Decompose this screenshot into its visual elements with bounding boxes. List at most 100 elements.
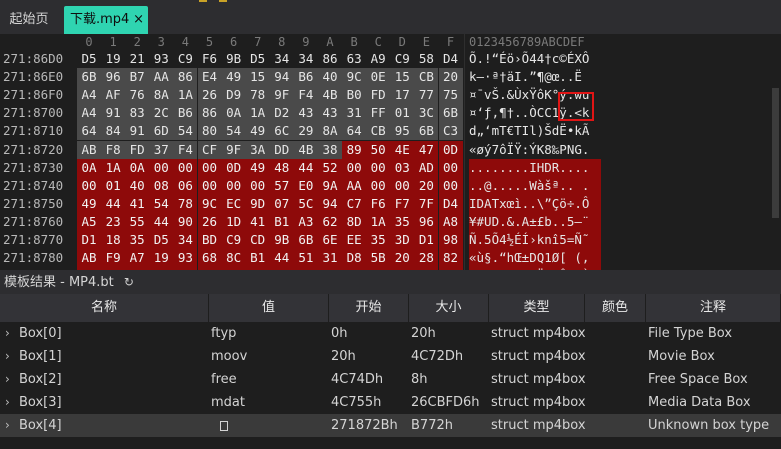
hex-byte[interactable]: 0E (366, 68, 391, 87)
column-header-type[interactable]: 类型 (489, 294, 585, 322)
hex-byte[interactable]: 9A (318, 176, 342, 195)
ascii-text[interactable]: IDATxœì..\”Çö÷.Ô (469, 194, 601, 213)
hex-byte[interactable]: 31 (342, 104, 367, 123)
hex-byte[interactable]: F6 (198, 50, 222, 68)
hex-byte[interactable]: 0D (438, 140, 463, 159)
hex-byte[interactable]: 95 (390, 122, 415, 141)
hex-byte[interactable]: 01 (390, 104, 415, 123)
chevron-right-icon[interactable]: › (5, 322, 10, 345)
hex-byte[interactable]: 83 (125, 104, 150, 123)
hex-byte[interactable]: 6B (77, 68, 101, 87)
hex-byte[interactable]: 77 (414, 86, 439, 105)
hex-byte[interactable]: 86 (197, 104, 222, 123)
tab-active-file[interactable]: 下载.mp4 × (64, 6, 148, 34)
hex-byte[interactable]: 20 (390, 249, 415, 268)
hex-byte[interactable]: AB (77, 140, 101, 159)
hex-byte[interactable]: 37 (149, 140, 174, 159)
hex-byte[interactable]: 54 (221, 122, 246, 141)
hex-byte[interactable]: 9F (221, 140, 246, 159)
hex-byte[interactable]: 9C (342, 68, 367, 87)
hex-byte[interactable]: AA (149, 68, 174, 87)
hex-byte[interactable]: EC (221, 194, 246, 213)
hex-byte[interactable]: 7F (414, 194, 439, 213)
hex-byte[interactable]: 54 (173, 122, 198, 141)
hex-byte[interactable]: 9F (269, 86, 294, 105)
hex-byte[interactable]: 3D (390, 231, 415, 249)
hex-row[interactable]: 271:8730 0A 1A 0A 00 00 00 0D 49 48 44 52 00 00 03 AD 00… (0, 158, 781, 177)
hex-byte[interactable]: 8C (221, 249, 246, 268)
table-row[interactable]: › Box[3] mdat 4C755h 26CBFD6h struct mp4box Me… (0, 391, 781, 414)
hex-byte[interactable]: 35 (366, 231, 391, 249)
hex-byte[interactable]: 31 (318, 249, 342, 268)
hex-byte[interactable]: 63 (342, 50, 366, 68)
hex-byte[interactable]: 0A (125, 158, 150, 177)
hex-byte[interactable]: E0 (293, 176, 318, 195)
hex-byte[interactable]: 6E (318, 231, 342, 249)
hex-byte[interactable]: 8D (342, 212, 367, 231)
hex-byte[interactable]: 55 (125, 212, 150, 231)
hex-byte[interactable]: FF (366, 104, 391, 123)
hex-byte[interactable]: 01 (101, 176, 126, 195)
hex-byte[interactable]: 34 (270, 50, 294, 68)
hex-byte[interactable]: 90 (173, 212, 198, 231)
ascii-text[interactable]: Ñ.5Õ4½ÉÍ›knî5=Ñ˜ (469, 231, 601, 249)
hex-byte[interactable]: 4B (293, 140, 318, 159)
hex-byte[interactable]: B6 (293, 68, 318, 87)
hex-byte[interactable]: F7 (390, 194, 415, 213)
hex-byte[interactable]: BD (197, 231, 222, 249)
hex-byte[interactable]: 19 (149, 249, 174, 268)
chevron-right-icon[interactable]: › (5, 391, 10, 414)
hex-byte[interactable]: 52 (318, 158, 342, 177)
column-header-size[interactable]: 大小 (409, 294, 489, 322)
hex-byte[interactable]: CD (245, 231, 270, 249)
hex-byte[interactable]: 00 (197, 158, 222, 177)
hex-byte[interactable]: 94 (318, 194, 342, 213)
hex-byte[interactable]: 23 (101, 212, 126, 231)
hex-byte[interactable]: 75 (438, 86, 463, 105)
hex-byte[interactable]: 6B (414, 122, 439, 141)
hex-byte[interactable]: 9B (269, 231, 294, 249)
hex-byte[interactable]: F4 (173, 140, 198, 159)
hex-byte[interactable]: 18 (101, 231, 126, 249)
hex-byte[interactable]: 91 (125, 122, 150, 141)
hex-byte[interactable]: AD (414, 158, 439, 177)
hex-byte[interactable]: 1A (173, 86, 198, 105)
hex-byte[interactable]: 86 (318, 50, 342, 68)
hex-byte[interactable]: C9 (221, 231, 246, 249)
table-row[interactable]: › Box[1] moov 20h 4C72Dh struct mp4box Movie B… (0, 345, 781, 368)
hex-byte[interactable]: 08 (149, 176, 174, 195)
ascii-text[interactable]: ..@.....Wàšª.. . (469, 176, 601, 195)
hex-byte[interactable]: 1A (366, 212, 391, 231)
hex-byte[interactable]: D9 (221, 86, 246, 105)
table-row[interactable]: › Box[4] 271872Bh B772h struct mp4box Unknown… (0, 414, 781, 437)
hex-row[interactable]: 271:86F0 A4 AF 76 8A 1A 26 D9 78 9F F4 4B B0 FD 17 77 75… (0, 86, 781, 105)
hex-byte[interactable]: AB (77, 249, 101, 268)
table-row[interactable]: › Box[0] ftyp 0h 20h struct mp4box File Type B… (0, 322, 781, 345)
hex-byte[interactable]: 35 (390, 212, 415, 231)
hex-byte[interactable]: F4 (293, 86, 318, 105)
chevron-right-icon[interactable]: › (5, 345, 10, 368)
hex-row[interactable]: 271:8740 00 01 40 08 06 00 00 00 57 E0 9A AA 00 00 20 00… (0, 176, 781, 195)
hex-byte[interactable]: 57 (269, 176, 294, 195)
hex-byte[interactable]: B0 (342, 86, 367, 105)
hex-byte[interactable]: 9D (245, 194, 270, 213)
hex-row[interactable]: 271:8720 AB F8 FD 37 F4 CF 9F 3A DD 4B 38 89 50 4E 47 0D… (0, 140, 781, 159)
hex-byte[interactable]: 00 (77, 176, 101, 195)
hex-byte[interactable]: CB (366, 122, 391, 141)
hex-byte[interactable]: FD (125, 140, 150, 159)
ascii-text[interactable]: «ù§.“hŒ±DQ1Ø[ (‚ (469, 249, 601, 268)
ascii-text[interactable]: ¥#UD.&.A±£b..5–¨ (469, 212, 601, 231)
hex-row[interactable]: 271:86D0 D5 19 21 93 C9 F6 9B D5 34 34 86 63 A9 C9 58 D4… (0, 50, 781, 68)
hex-byte[interactable]: 40 (125, 176, 150, 195)
hex-byte[interactable]: 86 (173, 68, 198, 87)
hex-byte[interactable]: A4 (77, 86, 101, 105)
chevron-right-icon[interactable]: › (5, 414, 10, 437)
hex-byte[interactable]: 93 (149, 50, 173, 68)
hex-byte[interactable]: 17 (390, 86, 415, 105)
hex-byte[interactable]: 0D (221, 158, 246, 177)
hex-byte[interactable]: 00 (197, 176, 222, 195)
hex-byte[interactable]: 6C (269, 122, 294, 141)
hex-byte[interactable]: 00 (438, 158, 463, 177)
hex-byte[interactable]: 8A (318, 122, 342, 141)
hex-byte[interactable]: 9C (197, 194, 222, 213)
